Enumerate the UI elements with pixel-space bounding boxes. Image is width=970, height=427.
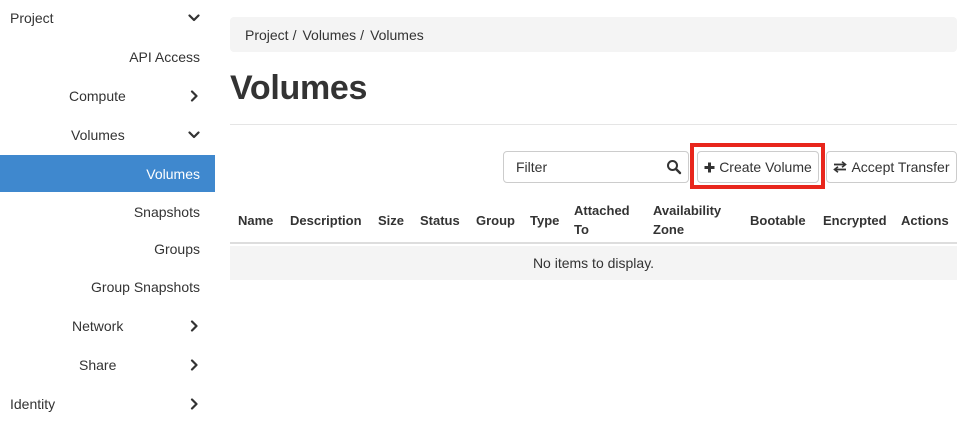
column-header-label: Type	[530, 212, 560, 228]
column-header-bootable[interactable]: Bootable	[750, 198, 806, 242]
breadcrumb-separator: /	[292, 26, 297, 43]
sidebar-item-label: Group Snapshots	[91, 279, 200, 295]
sidebar-item-volumes[interactable]: Volumes	[0, 155, 215, 192]
chevron-down-icon	[188, 131, 200, 139]
sidebar: Project API Access Compute Volumes Volum…	[0, 0, 215, 427]
sidebar-item-label: API Access	[129, 49, 200, 65]
column-header-size[interactable]: Size	[378, 198, 404, 242]
search-icon[interactable]	[666, 159, 682, 175]
sidebar-item-snapshots[interactable]: Snapshots	[0, 194, 215, 230]
column-header-description[interactable]: Description	[290, 198, 362, 242]
app-root: Project API Access Compute Volumes Volum…	[0, 0, 970, 427]
sidebar-item-label: Groups	[154, 241, 200, 257]
column-header-label: Name	[238, 212, 274, 228]
sidebar-item-project[interactable]: Project	[0, 0, 215, 36]
chevron-right-icon	[190, 90, 198, 102]
breadcrumb-item-project[interactable]: Project	[245, 27, 289, 43]
column-header-status[interactable]: Status	[420, 198, 460, 242]
exchange-icon	[833, 161, 848, 173]
column-header-label: Encrypted	[823, 212, 887, 228]
sidebar-item-label: Compute	[69, 88, 126, 104]
column-header-label: Description	[290, 212, 362, 228]
title-divider	[230, 124, 957, 125]
sidebar-item-volumes-group[interactable]: Volumes	[0, 117, 215, 153]
breadcrumb-item-current: Volumes	[370, 26, 424, 43]
sidebar-item-api-access[interactable]: API Access	[0, 39, 215, 75]
column-header-label-line: Zone	[653, 222, 685, 237]
chevron-right-icon	[190, 320, 198, 332]
column-header-label: Availability Zone	[653, 201, 721, 239]
column-header-label-line: Attached	[574, 203, 630, 218]
column-header-label: Status	[420, 212, 460, 228]
sidebar-item-label: Snapshots	[133, 204, 200, 220]
breadcrumb: Project / Volumes / Volumes	[230, 17, 957, 52]
column-header-availability-zone[interactable]: Availability Zone	[653, 198, 721, 242]
column-header-label-line: To	[574, 222, 589, 237]
breadcrumb-separator: /	[360, 26, 365, 43]
sidebar-item-label: Network	[72, 318, 124, 334]
create-volume-label: Create Volume	[719, 159, 812, 175]
filter-field	[503, 151, 689, 183]
column-header-label: Group	[476, 212, 515, 228]
sidebar-item-share[interactable]: Share	[0, 347, 215, 383]
chevron-down-icon	[188, 14, 200, 22]
accept-transfer-label: Accept Transfer	[851, 159, 950, 175]
table-empty-row: No items to display.	[230, 246, 957, 280]
column-header-encrypted[interactable]: Encrypted	[823, 198, 887, 242]
page-title: Volumes	[230, 69, 368, 107]
column-header-label-line: Availability	[653, 203, 722, 218]
column-header-label: Actions	[901, 212, 949, 228]
accept-transfer-button[interactable]: Accept Transfer	[826, 151, 957, 183]
column-header-name[interactable]: Name	[238, 198, 273, 242]
sidebar-item-label: Project	[10, 10, 54, 26]
sidebar-item-group-snapshots[interactable]: Group Snapshots	[0, 269, 215, 305]
sidebar-item-label: Volumes	[71, 127, 125, 143]
breadcrumb-item-volumes[interactable]: Volumes	[302, 27, 356, 43]
sidebar-item-network[interactable]: Network	[0, 308, 215, 344]
table-header: Name Description Size Status Group Type …	[230, 198, 957, 244]
column-header-type[interactable]: Type	[530, 198, 559, 242]
column-header-actions: Actions	[901, 198, 949, 242]
sidebar-item-label: Volumes	[146, 165, 200, 182]
column-header-label: Size	[378, 212, 405, 228]
filter-input[interactable]	[504, 152, 659, 182]
chevron-right-icon	[190, 398, 198, 410]
sidebar-item-compute[interactable]: Compute	[0, 78, 215, 114]
column-header-group[interactable]: Group	[476, 198, 515, 242]
sidebar-item-label: Identity	[10, 396, 56, 412]
sidebar-item-identity[interactable]: Identity	[0, 386, 215, 422]
empty-message: No items to display.	[532, 255, 655, 271]
column-header-label: Bootable	[750, 212, 806, 228]
sidebar-item-groups[interactable]: Groups	[0, 231, 215, 267]
column-header-attached-to[interactable]: Attached To	[574, 198, 630, 242]
create-volume-button[interactable]: Create Volume	[697, 151, 819, 183]
chevron-right-icon	[190, 359, 198, 371]
plus-icon	[704, 162, 715, 172]
sidebar-item-label: Share	[79, 357, 117, 373]
column-header-label: Attached To	[574, 201, 630, 239]
